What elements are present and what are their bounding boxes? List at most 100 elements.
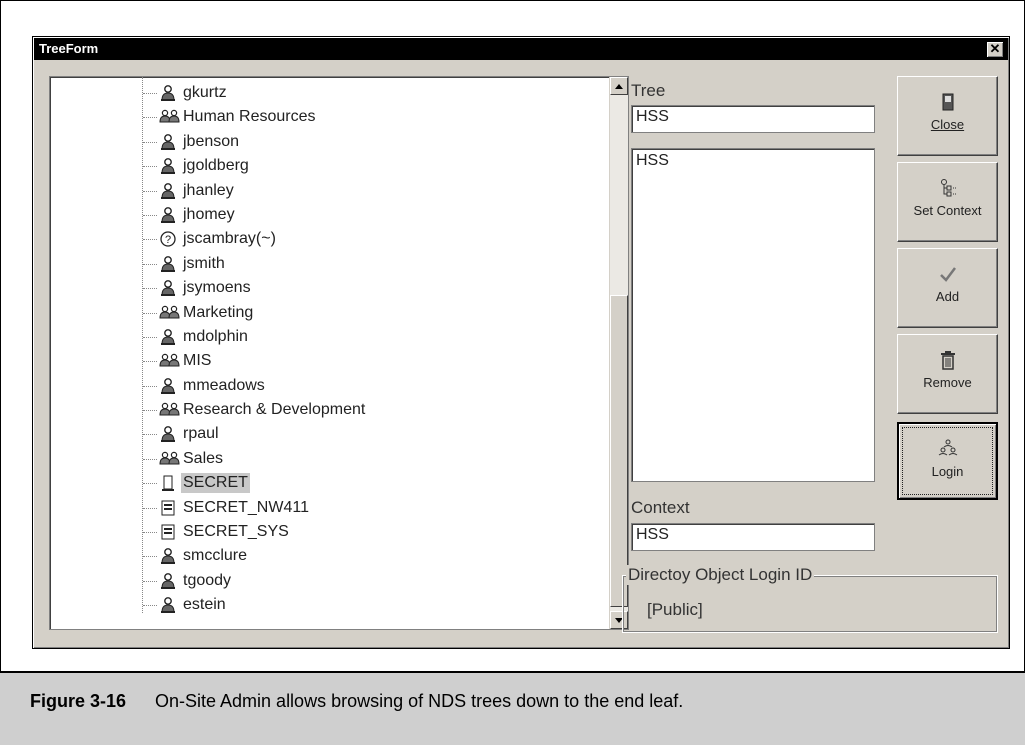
set-context-button-label: Set Context [913, 203, 982, 218]
tree-item[interactable]: gkurtz [50, 81, 600, 105]
tree-list-entry[interactable]: HSS [636, 152, 870, 170]
tree-item[interactable]: jhomey [50, 203, 600, 227]
tree-item[interactable]: jgoldberg [50, 154, 600, 178]
tree-branch-line [143, 605, 157, 607]
tree-branch-line [143, 434, 157, 436]
tree-item[interactable]: SECRET_NW411 [50, 496, 600, 520]
tree-item-label: Marketing [183, 303, 254, 321]
tree-item[interactable]: ? jscambray(~) [50, 227, 600, 251]
tree-name-input[interactable]: HSS [631, 105, 875, 133]
user-icon [159, 255, 177, 273]
tree-item[interactable]: mdolphin [50, 325, 600, 349]
tree-branch-line [143, 532, 157, 534]
figure-caption: Figure 3-16 On-Site Admin allows browsin… [0, 673, 1025, 745]
network-users-icon [938, 439, 957, 456]
user-icon [159, 596, 177, 614]
tree-item-label: gkurtz [183, 84, 227, 101]
tree-item-label: smcclure [183, 547, 248, 565]
tree-branch-line [143, 361, 157, 363]
user-icon [159, 377, 177, 395]
tree-item-label: estein [183, 596, 226, 614]
tree-branch-line [143, 190, 157, 192]
tree-item[interactable]: rpaul [50, 422, 600, 446]
user-icon [159, 182, 177, 200]
tree-item[interactable]: SECRET [50, 471, 600, 495]
tree-branch-line [143, 93, 157, 94]
user-icon [159, 206, 177, 224]
checkmark-icon [939, 267, 956, 282]
tree-item[interactable]: estein [50, 593, 600, 617]
login-button[interactable]: Login [897, 422, 998, 500]
tree-item[interactable]: jsymoens [50, 276, 600, 300]
door-icon [942, 93, 953, 111]
tree-item-list: gkurtz Human Resources jbenson jgoldberg jha… [50, 81, 600, 618]
tree-branch-line [143, 239, 157, 241]
tree-branch-line [143, 336, 157, 338]
tree-branch-line [143, 458, 157, 460]
context-input[interactable]: HSS [631, 523, 875, 551]
tree-item[interactable]: jsmith [50, 252, 600, 276]
tree-item[interactable]: Sales [50, 447, 600, 471]
remove-button-label: Remove [923, 375, 972, 390]
tree-item[interactable]: tgoody [50, 569, 600, 593]
tree-item-label: Research & Development [183, 401, 366, 419]
unknown-object-icon: ? [159, 230, 177, 248]
tree-field-label: Tree [631, 81, 666, 100]
remove-button[interactable]: Remove [897, 334, 998, 414]
group-icon [159, 401, 180, 419]
tree-branch-line [143, 507, 157, 509]
user-icon [159, 572, 177, 590]
tree-scrollbar[interactable] [609, 77, 628, 629]
tree-item[interactable]: jbenson [50, 130, 600, 154]
window-close-button[interactable]: ✕ [986, 41, 1004, 58]
add-button[interactable]: Add [897, 248, 998, 328]
tree-branch-line [143, 580, 157, 582]
tree-listbox[interactable]: HSS [631, 148, 875, 482]
tree-item-label: jhomey [183, 205, 235, 223]
tree-item-label: rpaul [183, 425, 219, 443]
tree-item-label: mdolphin [183, 327, 248, 345]
treeform-window: TreeForm ✕ gkurtz Human Resources jbenson j… [32, 36, 1010, 649]
tree-item-label: SECRET_SYS [183, 523, 289, 541]
tree-item-label: Human Resources [183, 108, 316, 126]
scroll-up-button[interactable] [610, 77, 628, 95]
login-id-group-title: Directoy Object Login ID [626, 565, 815, 585]
close-button[interactable]: Close [897, 76, 998, 156]
title-bar: TreeForm ✕ [34, 38, 1008, 60]
tree-branch-line [143, 141, 157, 143]
tree-branch-line [143, 385, 157, 387]
figure-number: Figure 3-16 [30, 691, 127, 711]
group-icon [159, 108, 180, 126]
set-context-button[interactable]: Set Context [897, 162, 998, 242]
tree-item[interactable]: Marketing [50, 301, 600, 325]
nds-tree-view[interactable]: gkurtz Human Resources jbenson jgoldberg jha… [49, 76, 629, 630]
tree-item[interactable]: mmeadows [50, 374, 600, 398]
tree-branch-line [143, 117, 157, 119]
tree-item-label: Sales [183, 449, 224, 467]
tree-item[interactable]: smcclure [50, 544, 600, 568]
tree-item[interactable]: MIS [50, 349, 600, 373]
group-icon [159, 352, 180, 370]
user-icon [159, 328, 177, 346]
tree-item[interactable]: jhanley [50, 179, 600, 203]
user-icon [159, 157, 177, 175]
tree-item-label: tgoody [183, 571, 232, 589]
tree-branch-line [143, 166, 157, 168]
tree-branch-line [143, 263, 157, 265]
tree-icon [940, 179, 956, 197]
figure-frame: TreeForm ✕ gkurtz Human Resources jbenson j… [0, 0, 1025, 673]
user-icon [159, 133, 177, 151]
tree-item-label: jhanley [183, 181, 234, 199]
login-id-value: [Public] [647, 600, 703, 619]
tree-item[interactable]: Research & Development [50, 398, 600, 422]
window-title: TreeForm [39, 41, 99, 56]
scroll-thumb[interactable] [610, 295, 628, 607]
tree-branch-line [143, 288, 157, 290]
user-icon [159, 425, 177, 443]
tree-item[interactable]: SECRET_SYS [50, 520, 600, 544]
tree-item-label: mmeadows [183, 376, 265, 394]
tree-item-label: jscambray(~) [183, 230, 276, 248]
tree-item[interactable]: Human Resources [50, 105, 600, 129]
login-button-label: Login [931, 464, 964, 479]
tree-item-label: jsymoens [183, 279, 251, 297]
